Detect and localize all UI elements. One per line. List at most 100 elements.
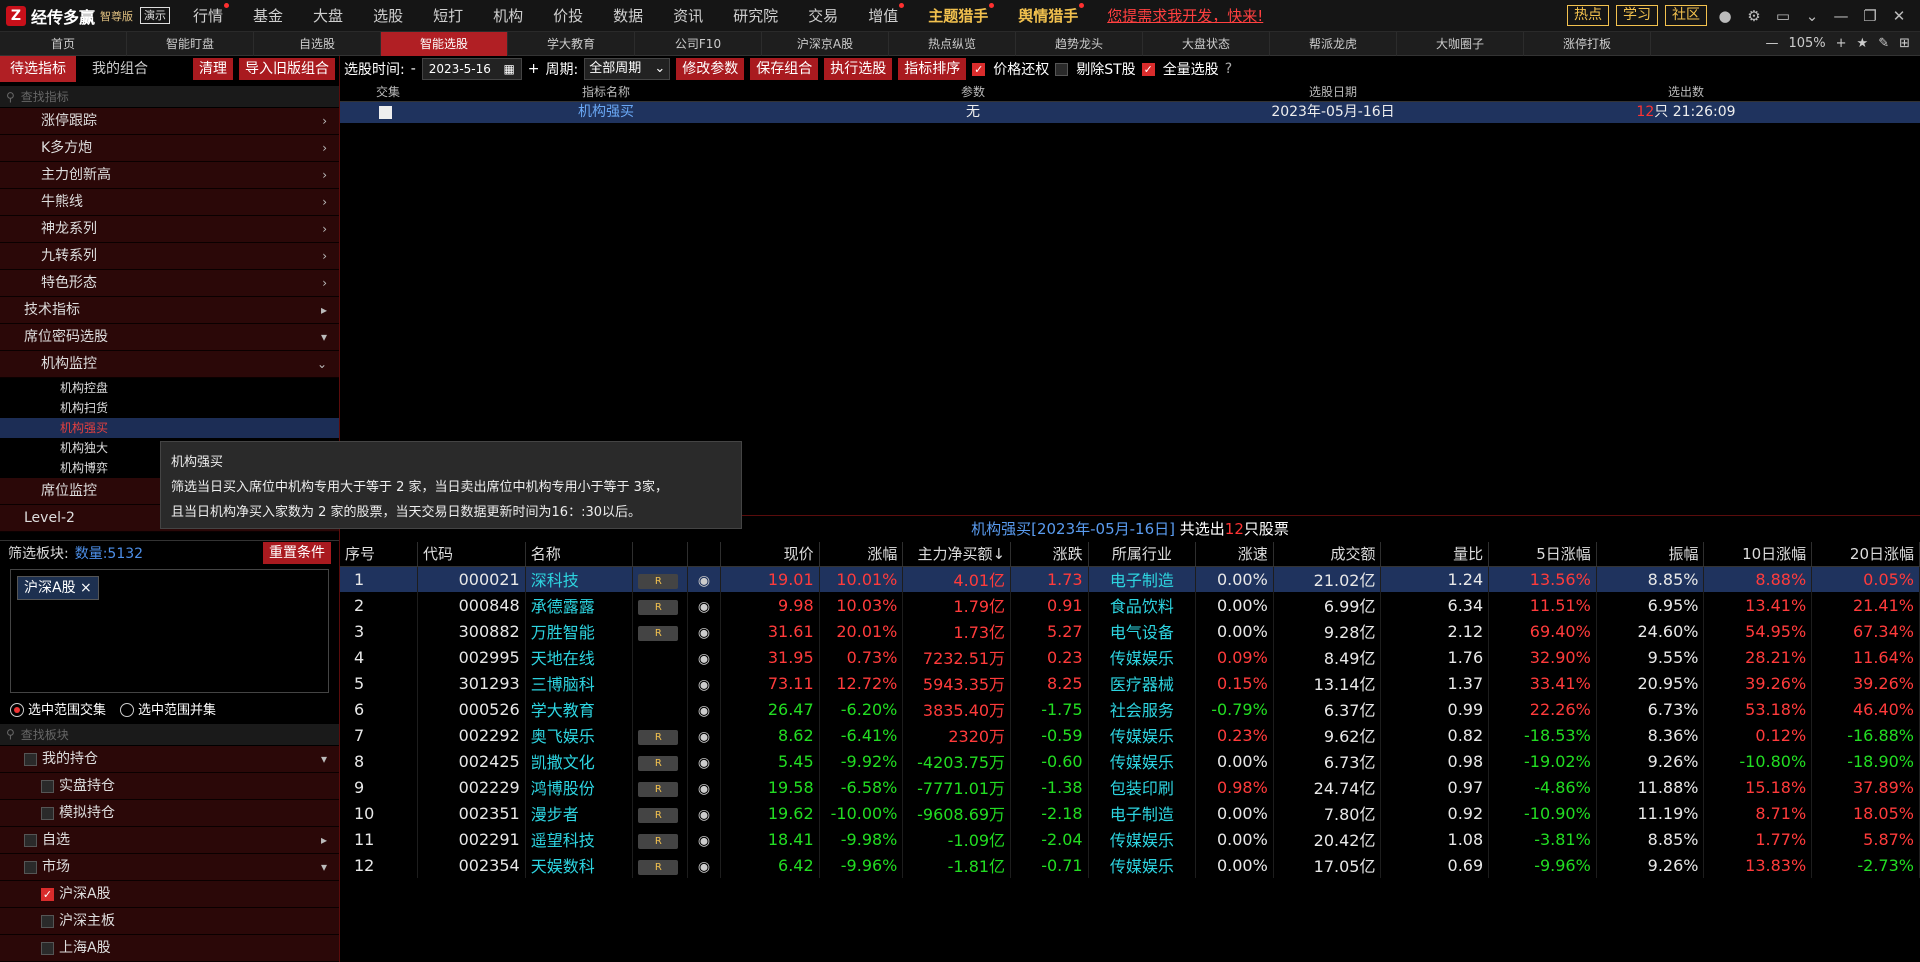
- col-header[interactable]: 成交额: [1273, 542, 1382, 567]
- tab-3[interactable]: 智能选股: [381, 31, 508, 56]
- table-row[interactable]: 6 000526 学大教育 ◉ 26.47 -6.20% 3835.40万 -1.75 社会服务…: [340, 696, 1920, 722]
- col-header[interactable]: [632, 542, 689, 567]
- r-badge-icon[interactable]: R: [638, 756, 679, 771]
- col-header[interactable]: 涨速: [1195, 542, 1274, 567]
- eye-icon[interactable]: ◉: [698, 651, 710, 667]
- menu-10[interactable]: 交易: [793, 5, 853, 26]
- col-header[interactable]: 5日涨幅: [1488, 542, 1597, 567]
- col-header[interactable]: 量比: [1380, 542, 1490, 567]
- tree-item[interactable]: 机构监控 ⌄: [0, 351, 339, 379]
- table-row[interactable]: 3 300882 万胜智能 R ◉ 31.61 20.01% 1.73亿 5.27 电气设备 0.0…: [340, 618, 1920, 644]
- user-icon[interactable]: ●: [1714, 5, 1736, 27]
- checkbox-unchecked-icon[interactable]: [24, 860, 37, 874]
- remove-st-checkbox[interactable]: 剔除ST股: [1055, 59, 1136, 79]
- close-icon[interactable]: ✕: [1888, 5, 1910, 27]
- sector-item[interactable]: 实盘持仓: [0, 773, 339, 801]
- r-badge-icon[interactable]: R: [638, 808, 679, 823]
- menu-5[interactable]: 机构: [478, 5, 538, 26]
- eye-icon[interactable]: ◉: [698, 807, 710, 823]
- zoom-in-icon[interactable]: +: [1836, 36, 1847, 51]
- tab-6[interactable]: 沪深京A股: [762, 31, 889, 56]
- modify-params-button[interactable]: 修改参数: [676, 58, 745, 80]
- menu-8[interactable]: 资讯: [658, 5, 718, 26]
- menu-9[interactable]: 研究院: [718, 5, 793, 26]
- table-row[interactable]: 2 000848 承德露露 R ◉ 9.98 10.03% 1.79亿 0.91 食品饮料 0.00…: [340, 592, 1920, 618]
- star-icon[interactable]: ★: [1857, 36, 1869, 51]
- sector-item[interactable]: ✓ 沪深A股: [0, 881, 339, 909]
- pen-icon[interactable]: ✎: [1878, 36, 1889, 51]
- save-combo-button[interactable]: 保存组合: [750, 58, 819, 80]
- tree-item[interactable]: 机构控盘: [0, 378, 339, 398]
- r-badge-icon[interactable]: R: [638, 626, 679, 641]
- eye-icon[interactable]: ◉: [698, 573, 710, 589]
- tree-item[interactable]: 涨停跟踪 ›: [0, 108, 339, 136]
- col-header[interactable]: 涨幅: [819, 542, 904, 567]
- demo-badge[interactable]: 演示: [140, 7, 171, 24]
- sort-indicator-button[interactable]: 指标排序: [898, 58, 967, 80]
- col-header[interactable]: 10日涨幅: [1703, 542, 1813, 567]
- table-row[interactable]: 9 002229 鸿博股份 R ◉ 19.58 -6.58% -7771.01万 -1.38 包装…: [340, 774, 1920, 800]
- sector-item[interactable]: 我的持仓 ▾: [0, 746, 339, 774]
- eye-icon[interactable]: ◉: [698, 781, 710, 797]
- gear-icon[interactable]: ⚙: [1743, 5, 1765, 27]
- table-row[interactable]: 7 002292 奥飞娱乐 R ◉ 8.62 -6.41% 2320万 -0.59 传媒娱乐 0.2…: [340, 722, 1920, 748]
- full-select-checkbox[interactable]: ✓ 全量选股: [1141, 59, 1219, 79]
- eye-icon[interactable]: ◉: [698, 703, 710, 719]
- eye-icon[interactable]: ◉: [698, 599, 710, 615]
- col-header[interactable]: [687, 542, 721, 567]
- col-header[interactable]: 涨跌: [1010, 542, 1089, 567]
- tree-item[interactable]: 机构强买: [0, 418, 339, 439]
- close-icon[interactable]: ×: [80, 580, 92, 596]
- run-select-button[interactable]: 执行选股: [824, 58, 893, 80]
- price-adjust-checkbox[interactable]: ✓ 价格还权: [972, 59, 1049, 79]
- tree-item[interactable]: 牛熊线 ›: [0, 189, 339, 217]
- eye-icon[interactable]: ◉: [698, 729, 710, 745]
- table-row[interactable]: 5 301293 三博脑科 ◉ 73.11 12.72% 5943.35万 8.25 医疗器械 0…: [340, 670, 1920, 696]
- restore-icon[interactable]: ❐: [1859, 5, 1881, 27]
- table-row[interactable]: 4 002995 天地在线 ◉ 31.95 0.73% 7232.51万 0.23 传媒娱乐 0.…: [340, 644, 1920, 670]
- sector-item[interactable]: 自选 ▸: [0, 827, 339, 855]
- table-row[interactable]: 12 002354 天娱数科 R ◉ 6.42 -9.96% -1.81亿 -0.71 传媒娱乐 0…: [340, 852, 1920, 878]
- menu-13[interactable]: 舆情猎手: [1003, 3, 1093, 26]
- sector-item[interactable]: 市场 ▾: [0, 854, 339, 882]
- tab-0[interactable]: 首页: [0, 31, 127, 56]
- col-header[interactable]: 20日涨幅: [1811, 542, 1920, 567]
- zoom-out-icon[interactable]: —: [1765, 36, 1778, 51]
- tab-11[interactable]: 大咖圈子: [1397, 31, 1524, 56]
- sector-item[interactable]: 沪深主板: [0, 908, 339, 936]
- tab-2[interactable]: 自选股: [254, 31, 381, 56]
- tab-my-combos[interactable]: 我的组合: [82, 56, 158, 82]
- r-badge-icon[interactable]: R: [638, 574, 679, 590]
- eye-icon[interactable]: ◉: [698, 833, 710, 849]
- tree-item[interactable]: K多方炮 ›: [0, 135, 339, 163]
- checkbox-unchecked-icon[interactable]: [41, 806, 54, 820]
- tab-4[interactable]: 学大教育: [508, 31, 635, 56]
- checkbox-unchecked-icon[interactable]: [41, 914, 54, 928]
- r-badge-icon[interactable]: R: [638, 782, 679, 797]
- table-row[interactable]: 1 000021 深科技 R ◉ 19.01 10.01% 4.01亿 1.73 电子制造 0.00…: [340, 566, 1920, 592]
- tree-item[interactable]: 席位密码选股 ▾: [0, 324, 339, 352]
- learn-button[interactable]: 学习: [1616, 5, 1658, 26]
- tree-item[interactable]: 机构扫货: [0, 398, 339, 418]
- menu-1[interactable]: 基金: [238, 5, 298, 26]
- tree-item[interactable]: 九转系列 ›: [0, 243, 339, 271]
- clear-button[interactable]: 清理: [193, 58, 233, 80]
- menu-2[interactable]: 大盘: [298, 5, 358, 26]
- sector-item[interactable]: 上海A股: [0, 935, 339, 962]
- eye-icon[interactable]: ◉: [698, 755, 710, 771]
- indicator-search[interactable]: ⚲ 查找指标: [0, 86, 339, 108]
- radio-intersection[interactable]: 选中范围交集: [10, 699, 106, 718]
- layout-icon[interactable]: ▭: [1772, 5, 1794, 27]
- col-header[interactable]: 所属行业: [1088, 542, 1197, 567]
- eye-icon[interactable]: ◉: [698, 859, 710, 875]
- sector-search[interactable]: ⚲ 查找板块: [0, 723, 339, 746]
- community-button[interactable]: 社区: [1665, 5, 1707, 26]
- menu-7[interactable]: 数据: [598, 5, 658, 26]
- checkbox-unchecked-icon[interactable]: [24, 752, 37, 766]
- tab-candidate-indicators[interactable]: 待选指标: [0, 56, 76, 82]
- col-header[interactable]: 代码: [417, 542, 526, 567]
- tree-item[interactable]: 特色形态 ›: [0, 270, 339, 298]
- eye-icon[interactable]: ◉: [698, 677, 710, 693]
- tab-8[interactable]: 趋势龙头: [1016, 31, 1143, 56]
- checkbox-unchecked-icon[interactable]: [41, 779, 54, 793]
